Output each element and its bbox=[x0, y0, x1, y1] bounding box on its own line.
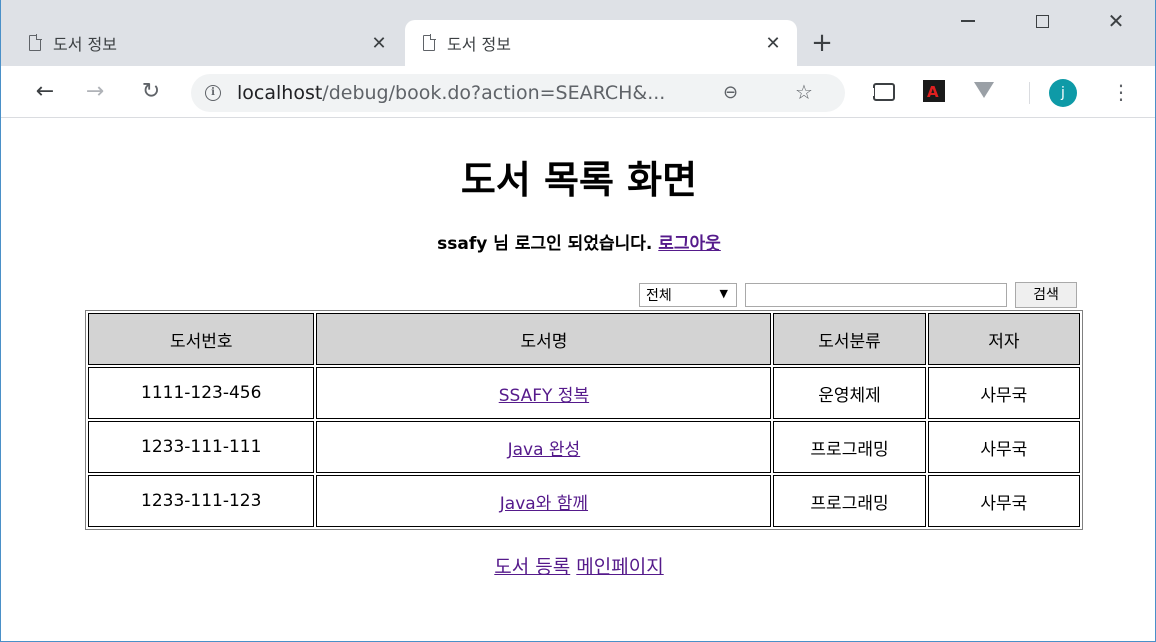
cell-isbn: 1233-111-111 bbox=[88, 421, 315, 473]
logout-link[interactable]: 로그아웃 bbox=[658, 234, 721, 254]
table-row: 1233-111-123 Java와 함께 프로그래밍 사무국 bbox=[88, 475, 1080, 527]
table-header-row: 도서번호 도서명 도서분류 저자 bbox=[88, 313, 1080, 365]
tab-2-active[interactable]: 도서 정보 ✕ bbox=[405, 20, 797, 66]
book-table: 도서번호 도서명 도서분류 저자 1111-123-456 SSAFY 정복 운… bbox=[85, 310, 1083, 530]
tab-strip: 도서 정보 ✕ 도서 정보 ✕ + ✕ bbox=[1, 0, 1155, 66]
window-close-button[interactable]: ✕ bbox=[1093, 6, 1139, 36]
search-category-select[interactable]: 전체 ▼ bbox=[639, 283, 737, 307]
tab-title: 도서 정보 bbox=[53, 35, 117, 54]
browser-window: 도서 정보 ✕ 도서 정보 ✕ + ✕ ← → ↻ i localhost/de… bbox=[0, 0, 1156, 642]
book-title-link[interactable]: SSAFY 정복 bbox=[499, 386, 589, 406]
tab-1[interactable]: 도서 정보 ✕ bbox=[11, 20, 403, 66]
cell-author: 사무국 bbox=[927, 475, 1080, 527]
page-content: 도서 목록 화면 ssafy 님 로그인 되었습니다. 로그아웃 전체 ▼ 검색… bbox=[1, 119, 1156, 641]
main-page-link[interactable]: 메인페이지 bbox=[576, 556, 663, 578]
minimize-icon bbox=[961, 20, 975, 22]
cell-isbn: 1233-111-123 bbox=[88, 475, 315, 527]
zoom-icon[interactable]: ⊖ bbox=[723, 82, 738, 103]
document-icon bbox=[423, 34, 436, 51]
book-title-link[interactable]: Java 완성 bbox=[508, 440, 581, 460]
cell-category: 운영체제 bbox=[773, 367, 926, 419]
header-category: 도서분류 bbox=[773, 313, 926, 365]
info-icon[interactable]: i bbox=[205, 85, 221, 101]
cell-category: 프로그래밍 bbox=[773, 421, 926, 473]
cell-title: Java와 함께 bbox=[316, 475, 772, 527]
url-host: localhost bbox=[237, 82, 323, 104]
reload-icon[interactable]: ↻ bbox=[135, 76, 167, 108]
acrobat-extension-icon[interactable]: A bbox=[923, 80, 945, 102]
table-row: 1111-123-456 SSAFY 정복 운영체제 사무국 bbox=[88, 367, 1080, 419]
header-isbn: 도서번호 bbox=[88, 313, 315, 365]
login-status: ssafy 님 로그인 되었습니다. 로그아웃 bbox=[1, 229, 1156, 254]
header-title: 도서명 bbox=[316, 313, 772, 365]
search-input[interactable] bbox=[745, 283, 1007, 307]
register-book-link[interactable]: 도서 등록 bbox=[494, 556, 570, 578]
dropdown-arrow-icon: ▼ bbox=[719, 287, 728, 300]
cell-category: 프로그래밍 bbox=[773, 475, 926, 527]
screen-capture-extension-icon[interactable] bbox=[871, 83, 903, 101]
maximize-icon bbox=[1035, 14, 1049, 28]
search-button[interactable]: 검색 bbox=[1015, 282, 1077, 308]
tab-close-icon[interactable]: ✕ bbox=[763, 33, 783, 54]
url-path: /debug/book.do?action=SEARCH&... bbox=[322, 82, 666, 104]
bottom-links: 도서 등록 메인페이지 bbox=[1, 552, 1156, 579]
header-author: 저자 bbox=[927, 313, 1080, 365]
url-text[interactable]: localhost/debug/book.do?action=SEARCH&..… bbox=[237, 82, 665, 104]
back-arrow-icon[interactable]: ← bbox=[29, 76, 61, 108]
book-title-link[interactable]: Java와 함께 bbox=[500, 494, 588, 514]
document-icon bbox=[29, 34, 42, 51]
forward-arrow-icon[interactable]: → bbox=[79, 76, 111, 108]
kebab-menu-icon[interactable]: ⋮ bbox=[1111, 78, 1131, 106]
profile-avatar[interactable]: j bbox=[1049, 79, 1077, 107]
toolbar-separator bbox=[1029, 82, 1030, 104]
address-bar[interactable]: i localhost/debug/book.do?action=SEARCH&… bbox=[191, 74, 845, 112]
new-tab-button[interactable]: + bbox=[807, 28, 837, 58]
cell-title: SSAFY 정복 bbox=[316, 367, 772, 419]
vue-devtools-extension-icon[interactable] bbox=[974, 82, 994, 98]
browser-toolbar: ← → ↻ i localhost/debug/book.do?action=S… bbox=[1, 66, 1155, 118]
select-value: 전체 bbox=[646, 288, 672, 304]
tab-close-icon[interactable]: ✕ bbox=[369, 33, 389, 54]
cell-isbn: 1111-123-456 bbox=[88, 367, 315, 419]
table-row: 1233-111-111 Java 완성 프로그래밍 사무국 bbox=[88, 421, 1080, 473]
search-form: 전체 ▼ 검색 bbox=[639, 282, 1077, 308]
maximize-button[interactable] bbox=[1019, 6, 1065, 36]
cell-author: 사무국 bbox=[927, 367, 1080, 419]
tab-title: 도서 정보 bbox=[447, 35, 511, 54]
bookmark-star-icon[interactable]: ☆ bbox=[795, 80, 813, 104]
minimize-button[interactable] bbox=[945, 6, 991, 36]
cell-title: Java 완성 bbox=[316, 421, 772, 473]
cell-author: 사무국 bbox=[927, 421, 1080, 473]
page-title: 도서 목록 화면 bbox=[460, 158, 698, 202]
login-message: ssafy 님 로그인 되었습니다. bbox=[437, 234, 653, 254]
